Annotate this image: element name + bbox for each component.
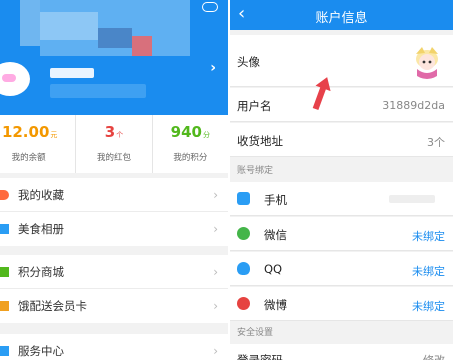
menu-item-membership-card[interactable]: 饿配送会员卡 › (0, 289, 228, 323)
album-icon (0, 224, 9, 234)
username-row: 用户名 31889d2da (230, 77, 453, 122)
chevron-right-icon: › (213, 222, 218, 236)
heart-icon (0, 190, 9, 200)
bind-row-phone[interactable]: 手机 (230, 182, 453, 216)
menu-item-label: 美食相册 (18, 222, 64, 236)
red-packet-value: 3 (104, 123, 116, 141)
red-packet-stat[interactable]: 3个 我的红包 (76, 115, 153, 173)
blurred-phone-number (389, 195, 435, 203)
menu-group-1: 我的收藏 › 美食相册 › (0, 178, 228, 246)
security-section-title: 安全设置 (237, 328, 274, 338)
menu-item-label: 积分商城 (18, 264, 64, 279)
bind-status[interactable]: 未绑定 (412, 228, 445, 244)
address-row[interactable]: 收货地址 3个 (230, 123, 453, 157)
bind-row-qq[interactable]: QQ 未绑定 (230, 252, 453, 286)
service-icon (0, 346, 9, 356)
bind-status[interactable]: 未绑定 (412, 263, 445, 279)
bind-label: QQ (264, 262, 283, 276)
chevron-right-icon[interactable]: › (210, 60, 216, 76)
chevron-right-icon: › (213, 344, 218, 358)
bind-label: 微信 (264, 228, 287, 242)
wechat-icon (237, 227, 250, 240)
cloud-icon[interactable] (202, 2, 218, 12)
avatar-row[interactable]: 头像 (230, 35, 453, 87)
menu-group-3: 服务中心 › (0, 334, 228, 360)
address-label: 收货地址 (237, 134, 283, 148)
bind-section-title: 账号绑定 (237, 166, 274, 176)
balance-value: 12.00 (1, 123, 50, 141)
points-unit: 分 (202, 131, 210, 139)
password-label: 登录密码 (237, 353, 283, 360)
blurred-region (132, 36, 152, 56)
menu-item-service-center[interactable]: 服务中心 › (0, 334, 228, 360)
balance-label: 我的余额 (11, 153, 46, 163)
menu-item-label: 服务中心 (18, 344, 64, 358)
weibo-icon (237, 297, 250, 310)
blurred-region (98, 28, 132, 48)
bind-label: 手机 (264, 193, 287, 207)
bind-row-wechat[interactable]: 微信 未绑定 (230, 217, 453, 251)
qq-icon (237, 262, 250, 275)
points-value: 940 (170, 123, 202, 141)
stats-bar: 12.00元 我的余额 3个 我的红包 940分 我的积分 (0, 115, 228, 173)
menu-item-favorites[interactable]: 我的收藏 › (0, 178, 228, 212)
red-packet-unit: 个 (116, 131, 124, 139)
my-account-screen: › 12.00元 我的余额 3个 我的红包 940分 我的积分 我的收藏 › 美… (0, 0, 228, 360)
address-count: 3个 (427, 136, 445, 149)
profile-header[interactable]: › (0, 0, 228, 115)
password-action[interactable]: 修改 (423, 352, 445, 360)
menu-item-label: 我的收藏 (18, 187, 64, 202)
balance-stat[interactable]: 12.00元 我的余额 (0, 115, 77, 173)
username-label: 用户名 (237, 99, 272, 113)
password-row[interactable]: 登录密码 修改 (230, 344, 453, 360)
points-mall-icon (0, 267, 9, 277)
nav-bar: ‹ 账户信息 (230, 0, 453, 30)
bind-row-weibo[interactable]: 微博 未绑定 (230, 287, 453, 321)
menu-item-points-mall[interactable]: 积分商城 › (0, 255, 228, 289)
user-info-placeholder (50, 84, 146, 98)
points-stat[interactable]: 940分 我的积分 (153, 115, 228, 173)
phone-icon (237, 192, 250, 205)
chevron-right-icon: › (213, 187, 218, 202)
chevron-right-icon: › (213, 264, 218, 279)
username-value: 31889d2da (382, 99, 445, 112)
balance-unit: 元 (50, 131, 58, 139)
menu-item-food-album[interactable]: 美食相册 › (0, 212, 228, 246)
bind-label: 微博 (264, 298, 287, 312)
blurred-region (20, 0, 40, 46)
chevron-right-icon: › (213, 299, 218, 313)
page-title: 账户信息 (315, 11, 368, 26)
menu-item-label: 饿配送会员卡 (18, 299, 87, 313)
menu-group-2: 积分商城 › 饿配送会员卡 › (0, 255, 228, 323)
bind-status[interactable]: 未绑定 (412, 298, 445, 314)
red-packet-label: 我的红包 (96, 153, 131, 163)
crown-icon (0, 301, 9, 311)
avatar (0, 62, 30, 96)
points-label: 我的积分 (173, 153, 208, 163)
pointer-arrow-icon (312, 77, 331, 111)
account-info-screen: ‹ 账户信息 头像 用户名 31889d2da 收货地址 3个 账号绑定 手机 … (230, 0, 453, 360)
blurred-region (40, 12, 98, 40)
avatar[interactable] (409, 43, 445, 79)
username-placeholder (50, 68, 94, 78)
avatar-label: 头像 (237, 55, 260, 69)
